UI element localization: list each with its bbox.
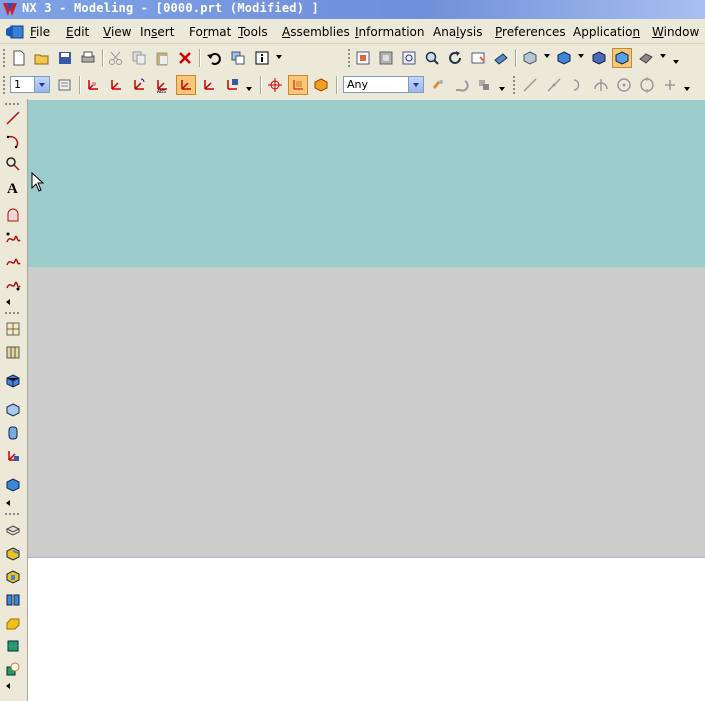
shaded-edges-icon[interactable] bbox=[589, 48, 609, 68]
boss-icon[interactable] bbox=[4, 545, 22, 563]
curve-toolbar: A bbox=[0, 99, 28, 701]
menu-preferences[interactable]: Preferences bbox=[495, 25, 566, 39]
menu-information[interactable]: Information bbox=[355, 25, 424, 39]
nx-logo-icon bbox=[3, 3, 17, 16]
app-menu-icon[interactable] bbox=[4, 23, 26, 41]
point-constructor-icon[interactable] bbox=[265, 75, 285, 95]
cut-icon[interactable] bbox=[106, 48, 126, 68]
circle-icon[interactable] bbox=[614, 75, 634, 95]
new-file-icon[interactable] bbox=[9, 48, 29, 68]
arc-center-icon[interactable] bbox=[591, 75, 611, 95]
background-bottom bbox=[28, 558, 705, 701]
graphics-window[interactable] bbox=[28, 100, 705, 701]
chevron-down-icon[interactable] bbox=[34, 77, 49, 92]
menu-window[interactable]: Window bbox=[652, 25, 699, 39]
menu-analysis[interactable]: Analysis bbox=[433, 25, 482, 39]
selection-toolbar: 1 ABS Any bbox=[0, 72, 705, 99]
wcs-origin-icon[interactable] bbox=[106, 75, 126, 95]
studio-spline-icon[interactable] bbox=[4, 252, 22, 270]
component-select-icon[interactable] bbox=[311, 75, 331, 95]
thread-icon[interactable] bbox=[4, 660, 22, 678]
menu-edit[interactable]: Edit bbox=[66, 25, 89, 39]
work-layer-select[interactable]: 1 bbox=[10, 76, 50, 93]
sphere-icon[interactable] bbox=[4, 476, 22, 494]
view-orient-icon[interactable] bbox=[491, 48, 511, 68]
menu-bar: File Edit View Insert Format Tools Assem… bbox=[0, 22, 705, 44]
text-icon[interactable]: A bbox=[4, 178, 22, 196]
zoom-icon[interactable] bbox=[399, 48, 419, 68]
svg-text:ABS: ABS bbox=[157, 89, 166, 93]
open-folder-icon[interactable] bbox=[32, 48, 52, 68]
cone-icon[interactable] bbox=[4, 424, 22, 442]
orient-view-icon[interactable] bbox=[520, 48, 540, 68]
background-middle bbox=[28, 267, 705, 558]
pocket-icon[interactable] bbox=[4, 568, 22, 586]
menu-insert[interactable]: Insert bbox=[140, 25, 174, 39]
undo-icon[interactable] bbox=[204, 48, 224, 68]
point-icon[interactable] bbox=[660, 75, 680, 95]
extrude-icon[interactable] bbox=[4, 320, 22, 338]
circle-point-icon[interactable] bbox=[637, 75, 657, 95]
repeat-command-icon[interactable] bbox=[228, 48, 248, 68]
undo-selection-icon[interactable] bbox=[451, 75, 471, 95]
line-tangent-icon[interactable] bbox=[544, 75, 564, 95]
work-layer-value: 1 bbox=[14, 78, 21, 91]
delete-icon[interactable] bbox=[175, 48, 195, 68]
pad-icon[interactable] bbox=[4, 591, 22, 609]
revolve-icon[interactable] bbox=[4, 343, 22, 361]
background-top bbox=[28, 100, 705, 267]
datum-csys-icon[interactable] bbox=[4, 447, 22, 465]
csys-icon[interactable] bbox=[83, 75, 103, 95]
slot-icon[interactable] bbox=[4, 614, 22, 632]
save-icon[interactable] bbox=[55, 48, 75, 68]
wcs-absolute-icon[interactable]: ABS bbox=[152, 75, 172, 95]
arc-icon[interactable] bbox=[568, 75, 588, 95]
save-wcs-icon[interactable] bbox=[199, 75, 219, 95]
hidden-edges-icon[interactable] bbox=[636, 48, 656, 68]
snap-settings-icon[interactable] bbox=[428, 75, 448, 95]
hole-icon[interactable] bbox=[4, 522, 22, 540]
mouse-cursor-icon bbox=[31, 172, 45, 192]
standard-toolbar bbox=[0, 45, 705, 72]
quick-pick-icon[interactable] bbox=[474, 75, 494, 95]
offset-curve-icon[interactable] bbox=[4, 206, 22, 224]
menu-view[interactable]: View bbox=[103, 25, 131, 39]
menu-format[interactable]: Format bbox=[189, 25, 231, 39]
zoom-window-icon[interactable] bbox=[376, 48, 396, 68]
line-icon[interactable] bbox=[520, 75, 540, 95]
menu-file[interactable]: File bbox=[30, 25, 50, 39]
information-icon[interactable] bbox=[252, 48, 272, 68]
wcs-display-icon[interactable] bbox=[176, 75, 196, 95]
title-bar: NX 3 - Modeling - [0000.prt (Modified) ] bbox=[0, 0, 705, 19]
line-icon[interactable] bbox=[4, 109, 22, 127]
pan-icon[interactable] bbox=[468, 48, 488, 68]
cylinder-icon[interactable] bbox=[4, 401, 22, 419]
paste-icon[interactable] bbox=[152, 48, 172, 68]
spline-icon[interactable] bbox=[4, 229, 22, 247]
selection-filter-select[interactable]: Any bbox=[343, 76, 424, 93]
menu-assemblies[interactable]: Assemblies bbox=[282, 25, 350, 39]
block-icon[interactable] bbox=[4, 372, 22, 390]
groove-icon[interactable] bbox=[4, 637, 22, 655]
rotate-icon[interactable] bbox=[445, 48, 465, 68]
selection-filter-value: Any bbox=[347, 78, 369, 91]
layer-settings-icon[interactable] bbox=[55, 75, 75, 95]
arc-icon[interactable] bbox=[4, 132, 22, 150]
menu-tools[interactable]: Tools bbox=[238, 25, 268, 39]
basic-curves-icon[interactable] bbox=[4, 155, 22, 173]
fit-view-icon[interactable] bbox=[353, 48, 373, 68]
menu-application[interactable]: Application bbox=[573, 25, 640, 39]
copy-icon[interactable] bbox=[129, 48, 149, 68]
print-icon[interactable] bbox=[78, 48, 98, 68]
fit-spline-icon[interactable] bbox=[4, 275, 22, 293]
shaded-body-icon[interactable] bbox=[612, 48, 632, 68]
zoom-in-out-icon[interactable] bbox=[422, 48, 442, 68]
shaded-view-icon[interactable] bbox=[554, 48, 574, 68]
svg-text:A: A bbox=[7, 181, 18, 195]
window-title: NX 3 - Modeling - [0000.prt (Modified) ] bbox=[22, 1, 319, 15]
snap-point-icon[interactable] bbox=[288, 75, 308, 95]
chevron-down-icon[interactable] bbox=[408, 77, 423, 92]
wcs-dynamic-icon[interactable] bbox=[222, 75, 242, 95]
rotate-wcs-icon[interactable] bbox=[129, 75, 149, 95]
